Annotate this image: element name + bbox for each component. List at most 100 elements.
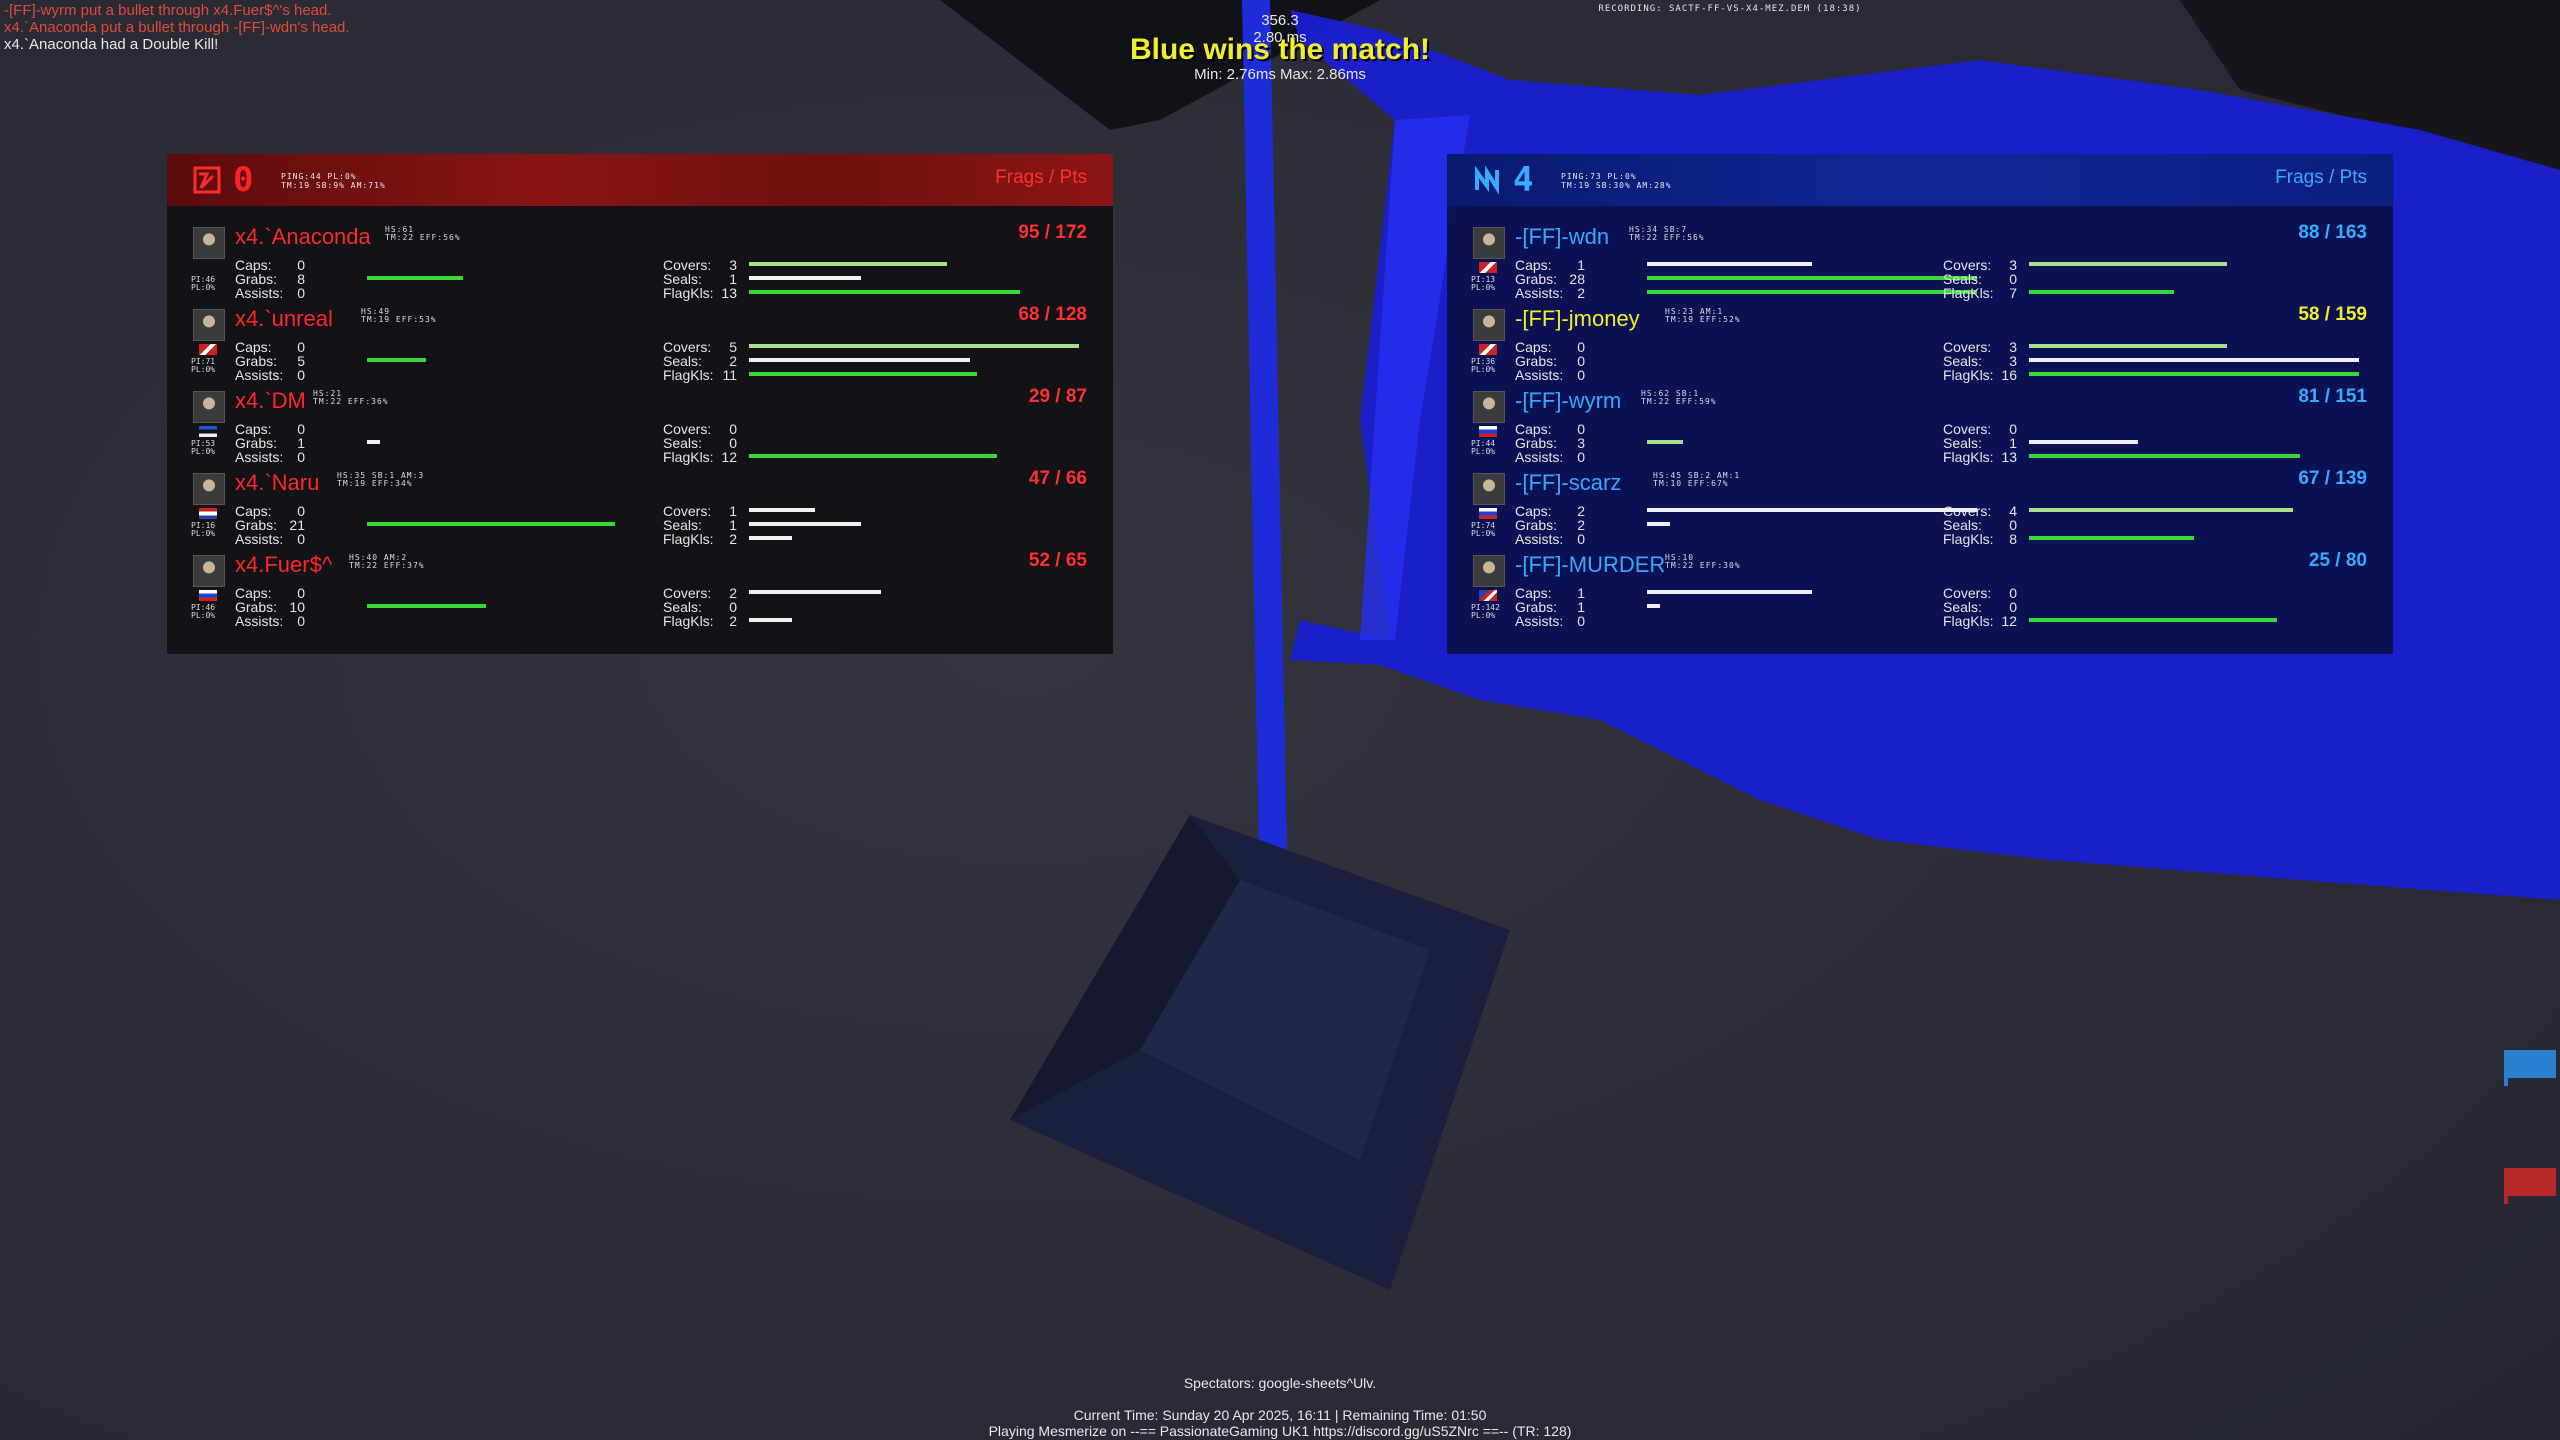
stat-label: Seals:: [1943, 599, 1982, 615]
stat-grabs: Grabs: 8: [235, 272, 697, 286]
stat-seals: Seals: 0: [663, 436, 1079, 450]
stat-bar: [367, 440, 380, 444]
stat-label: Covers:: [663, 503, 712, 519]
stat-value: 3: [729, 257, 737, 273]
blue-team-info: PING:73 PL:0% TM:19 SB:30% AM:28%: [1561, 172, 1672, 190]
packetloss-value: PL:0%: [1471, 529, 1496, 538]
stat-label: Covers:: [1943, 339, 1992, 355]
player-ping-info: PI:71 PL:0%: [191, 358, 227, 374]
stat-value: 0: [2009, 585, 2017, 601]
team-info-line: TM:19 SB:30% AM:28%: [1561, 181, 1672, 190]
stat-bar: [749, 344, 1079, 348]
player-avatar: [193, 227, 225, 259]
stat-value: 3: [1577, 435, 1585, 451]
stat-value: 0: [297, 503, 305, 519]
stat-bar: [1647, 440, 1683, 444]
stat-value: 5: [729, 339, 737, 355]
stat-label: Grabs:: [235, 271, 278, 287]
stat-label: Covers:: [663, 339, 712, 355]
stat-label: Covers:: [1943, 503, 1992, 519]
substat-line: TM:10 EFF:67%: [1653, 479, 1729, 488]
player-row: PI:142 PL:0% -[FF]-MURDER HS:10 TM:22 EFF:30…: [1447, 544, 2393, 628]
stat-value: 4: [2009, 503, 2017, 519]
stat-value: 0: [1577, 339, 1585, 355]
player-avatar: [1473, 391, 1505, 423]
kill-feed-line: x4.`Anaconda put a bullet through -[FF]-…: [4, 19, 350, 36]
substat-line: TM:22 EFF:30%: [1665, 561, 1741, 570]
stat-label: Seals:: [1943, 353, 1982, 369]
stat-value: 1: [1577, 257, 1585, 273]
player-name: x4.`Anaconda: [235, 224, 371, 249]
player-name: x4.`Naru: [235, 470, 320, 495]
stat-label: Covers:: [663, 421, 712, 437]
stat-label: Covers:: [1943, 585, 1992, 601]
stat-covers: Covers: 0: [1943, 422, 2359, 436]
stat-bar: [2029, 372, 2359, 376]
stat-seals: Seals: 1: [1943, 436, 2359, 450]
packetloss-value: PL:0%: [1471, 365, 1496, 374]
blue-team-score: 4: [1513, 160, 1534, 200]
stat-label: Caps:: [1515, 339, 1552, 355]
stat-covers: Covers: 3: [1943, 340, 2359, 354]
stat-label: Grabs:: [1515, 353, 1558, 369]
stat-bar: [2029, 344, 2227, 348]
stat-seals: Seals: 3: [1943, 354, 2359, 368]
stat-label: Seals:: [1943, 517, 1982, 533]
player-row: PI:46 PL:0% x4.`Anaconda HS:61 TM:22 EFF:56%…: [167, 216, 1113, 300]
blue-team-header: 4 PING:73 PL:0% TM:19 SB:30% AM:28% Frag…: [1447, 154, 2393, 206]
player-row: PI:71 PL:0% x4.`unreal HS:49 TM:19 EFF:53% 68…: [167, 298, 1113, 382]
player-name: -[FF]-MURDER: [1515, 552, 1666, 577]
player-row: PI:44 PL:0% -[FF]-wyrm HS:62 SB:1 TM:22 EFF:…: [1447, 380, 2393, 464]
stat-label: Covers:: [1943, 257, 1992, 273]
stat-bar: [749, 276, 861, 280]
packetloss-value: PL:0%: [191, 283, 216, 292]
stat-caps: Caps: 2: [1515, 504, 1977, 518]
player-avatar: [193, 555, 225, 587]
country-flag-icon: [199, 426, 217, 437]
player-ping-info: PI:36 PL:0%: [1471, 358, 1507, 374]
stat-bar: [1647, 276, 1977, 280]
stat-value: 3: [2009, 353, 2017, 369]
server-info-line: Playing Mesmerize on --== PassionateGami…: [988, 1423, 1572, 1439]
kill-feed: -[FF]-wyrm put a bullet through x4.Fuer$…: [4, 2, 350, 53]
player-substats: HS:40 AM:2 TM:22 EFF:37%: [349, 554, 425, 570]
substat-line: TM:22 EFF:59%: [1641, 397, 1717, 406]
stat-bar: [749, 536, 792, 540]
player-avatar: [1473, 309, 1505, 341]
stat-bar: [749, 358, 970, 362]
stat-seals: Seals: 0: [663, 600, 1079, 614]
stat-value: 0: [2009, 599, 2017, 615]
stat-value: 1: [1577, 585, 1585, 601]
player-substats: HS:23 AM:1 TM:19 EFF:52%: [1665, 308, 1741, 324]
stat-covers: Covers: 3: [663, 258, 1079, 272]
stat-caps: Caps: 1: [1515, 258, 1977, 272]
red-team-score: 0: [233, 160, 254, 200]
stat-value: 2: [729, 585, 737, 601]
team-info-line: TM:19 SB:9% AM:71%: [281, 181, 386, 190]
stat-value: 2: [729, 613, 737, 629]
stat-caps: Caps: 0: [235, 422, 697, 436]
player-frags-pts: 68 / 128: [1018, 304, 1087, 325]
stat-bar: [367, 604, 486, 608]
stat-covers: Covers: 1: [663, 504, 1079, 518]
stat-value: 0: [297, 421, 305, 437]
stat-grabs: Grabs: 1: [235, 436, 697, 450]
stat-seals: Seals: 1: [663, 272, 1079, 286]
player-avatar: [1473, 555, 1505, 587]
stat-value: 2: [1577, 503, 1585, 519]
team-info-line: PING:73 PL:0%: [1561, 172, 1637, 181]
stat-label: Grabs:: [1515, 599, 1558, 615]
stat-label: Caps:: [235, 503, 272, 519]
player-name: -[FF]-scarz: [1515, 470, 1622, 495]
player-name: -[FF]-wyrm: [1515, 388, 1622, 413]
stat-label: Grabs:: [1515, 435, 1558, 451]
stat-bar: [367, 358, 426, 362]
stat-covers: Covers: 2: [663, 586, 1079, 600]
player-ping-info: PI:46 PL:0%: [191, 604, 227, 620]
stat-value: 0: [1577, 421, 1585, 437]
stat-caps: Caps: 0: [1515, 340, 1977, 354]
stat-label: Grabs:: [235, 517, 278, 533]
stat-bar: [2029, 508, 2293, 512]
player-row: PI:16 PL:0% x4.`Naru HS:35 SB:1 AM:3 TM:19 E…: [167, 462, 1113, 546]
stat-bar: [367, 522, 615, 526]
